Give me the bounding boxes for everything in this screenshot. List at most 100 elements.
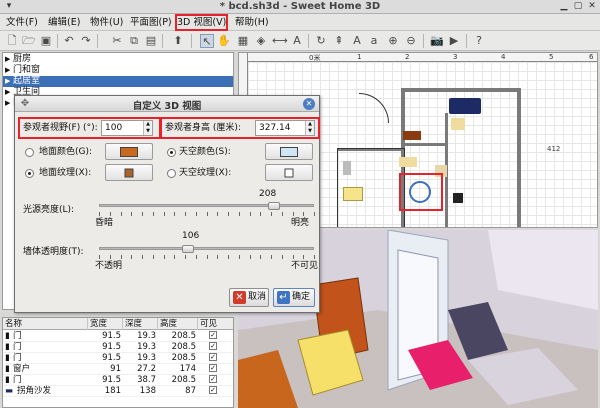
sky-texture-button[interactable] — [265, 164, 313, 181]
bed[interactable] — [343, 187, 363, 201]
spinner-arrows-icon[interactable]: ▲ ▼ — [143, 121, 152, 135]
rotate-icon[interactable]: ↻ — [314, 34, 328, 48]
fov-spinner[interactable]: 100 ▲ ▼ — [101, 120, 153, 136]
create-walls-icon[interactable]: ▦ — [236, 34, 250, 48]
sofa[interactable] — [449, 98, 481, 114]
text-bigger-icon[interactable]: A — [350, 34, 364, 48]
elevate-icon[interactable]: ⇞ — [332, 34, 346, 48]
new-file-icon[interactable]: 🗋 — [5, 34, 19, 48]
create-dimensions-icon[interactable]: ⟷ — [272, 34, 288, 48]
zoom-in-icon[interactable]: ⊕ — [386, 34, 400, 48]
menu-file[interactable]: 文件(F) — [6, 16, 38, 29]
add-furniture-icon[interactable]: ⬆ — [171, 34, 185, 48]
slider-tick — [249, 255, 251, 259]
light-slider[interactable] — [99, 204, 314, 207]
paste-icon[interactable]: ▤ — [144, 34, 158, 48]
column-header-name[interactable]: 名称 — [3, 318, 88, 330]
menu-furniture[interactable]: 物件(U) — [90, 16, 123, 29]
save-icon[interactable]: ▣ — [39, 34, 53, 48]
open-file-icon[interactable]: 🗁 — [22, 34, 36, 48]
wall[interactable] — [517, 88, 521, 227]
sky-texture-swatch — [284, 168, 294, 177]
cancel-label: 取消 — [248, 292, 267, 302]
ruler-label: 6 — [589, 53, 594, 61]
selected-door[interactable] — [409, 181, 431, 203]
catalog-category[interactable]: ▶ 厨房 — [3, 54, 233, 65]
expand-arrow-icon[interactable]: ▶ — [5, 54, 10, 65]
ground-color-radio[interactable] — [25, 148, 34, 157]
sky-color-radio[interactable] — [167, 148, 176, 157]
add-text-icon[interactable]: A — [290, 34, 304, 48]
menu-help[interactable]: 帮助(H) — [235, 16, 269, 29]
visible-checkbox[interactable]: ✓ — [209, 375, 217, 383]
visible-checkbox[interactable]: ✓ — [209, 364, 217, 372]
select-mode-icon[interactable]: ↖ — [200, 34, 214, 48]
sky-color-label: 天空颜色(S): — [179, 147, 231, 157]
visible-checkbox[interactable]: ✓ — [209, 386, 217, 394]
cabinet[interactable] — [399, 157, 417, 167]
table-row[interactable]: ▬ 拐角沙发 181 138 87 ✓ — [3, 386, 233, 397]
table-row[interactable]: ▮ 门 91.5 19.3 208.5 ✓ — [3, 331, 233, 342]
row-icon: ▮ — [5, 353, 10, 363]
table-row[interactable]: ▮ 门 91.5 19.3 208.5 ✓ — [3, 342, 233, 353]
sky-color-button[interactable] — [265, 143, 313, 160]
table-row[interactable]: ▮ 窗户 91 27.2 174 ✓ — [3, 364, 233, 375]
wall[interactable] — [405, 143, 445, 146]
wall-transparency-slider-thumb[interactable] — [182, 245, 195, 253]
column-header-visible[interactable]: 可见 — [198, 318, 233, 330]
ok-button[interactable]: ↵ 确定 — [273, 288, 315, 307]
minimize-icon[interactable]: ▁ — [558, 1, 570, 12]
cut-icon[interactable]: ✂ — [110, 34, 124, 48]
maximize-icon[interactable]: ▢ — [572, 1, 584, 12]
column-header-width[interactable]: 宽度 — [88, 318, 123, 330]
sky-texture-radio[interactable] — [167, 169, 176, 178]
table-row[interactable]: ▮ 门 91.5 19.3 208.5 ✓ — [3, 353, 233, 364]
expand-arrow-icon[interactable]: ▶ — [5, 87, 10, 98]
menu-plan[interactable]: 平面图(P) — [130, 16, 172, 29]
armchair[interactable] — [453, 193, 463, 203]
toolbar-separator — [466, 34, 467, 48]
toolbar-separator — [57, 34, 58, 48]
ground-texture-button[interactable] — [105, 164, 153, 181]
spinner-arrows-icon[interactable]: ▲ ▼ — [305, 121, 314, 135]
column-header-depth[interactable]: 深度 — [123, 318, 158, 330]
catalog-category[interactable]: ▶ 门和窗 — [3, 65, 233, 76]
column-header-height[interactable]: 高度 — [158, 318, 198, 330]
table-row[interactable]: ▮ 门 91.5 38.7 208.5 ✓ — [3, 375, 233, 386]
expand-arrow-icon[interactable]: ▶ — [5, 65, 10, 76]
visible-checkbox[interactable]: ✓ — [209, 342, 217, 350]
copy-icon[interactable]: ⧉ — [127, 34, 141, 48]
expand-arrow-icon[interactable]: ▶ — [5, 98, 10, 109]
eye-height-spinner[interactable]: 327.14 ▲ ▼ — [255, 120, 315, 136]
table[interactable] — [403, 131, 421, 140]
wall[interactable] — [401, 88, 521, 92]
undo-icon[interactable]: ↶ — [62, 34, 76, 48]
pan-mode-icon[interactable]: ✋ — [217, 34, 231, 48]
slider-tick — [249, 212, 251, 216]
zoom-out-icon[interactable]: ⊖ — [404, 34, 418, 48]
catalog-category-selected[interactable]: ▶ 起居室 — [3, 76, 233, 87]
help-icon[interactable]: ? — [472, 34, 486, 48]
cabinet[interactable] — [451, 118, 465, 130]
ground-color-button[interactable] — [105, 143, 153, 160]
slider-tick — [292, 255, 294, 259]
expand-arrow-icon[interactable]: ▶ — [5, 76, 10, 87]
visible-checkbox[interactable]: ✓ — [209, 331, 217, 339]
visible-checkbox[interactable]: ✓ — [209, 353, 217, 361]
ground-texture-radio[interactable] — [25, 169, 34, 178]
close-icon[interactable]: ✕ — [586, 1, 598, 12]
light-slider-thumb[interactable] — [268, 202, 281, 210]
cancel-button[interactable]: ✕ 取消 — [229, 288, 269, 307]
slider-tick — [281, 255, 283, 259]
toolbar-separator — [423, 34, 424, 48]
text-smaller-icon[interactable]: a — [367, 34, 381, 48]
video-icon[interactable]: ▶ — [447, 34, 461, 48]
menu-3d-view[interactable]: 3D 视图(V) — [174, 14, 229, 31]
create-rooms-icon[interactable]: ◈ — [254, 34, 268, 48]
box[interactable] — [343, 161, 351, 175]
menu-edit[interactable]: 编辑(E) — [48, 16, 80, 29]
redo-icon[interactable]: ↷ — [79, 34, 93, 48]
wall-transparency-slider[interactable] — [99, 247, 314, 250]
photo-icon[interactable]: 📷 — [430, 34, 444, 48]
dialog-close-icon[interactable]: ✕ — [303, 98, 315, 110]
